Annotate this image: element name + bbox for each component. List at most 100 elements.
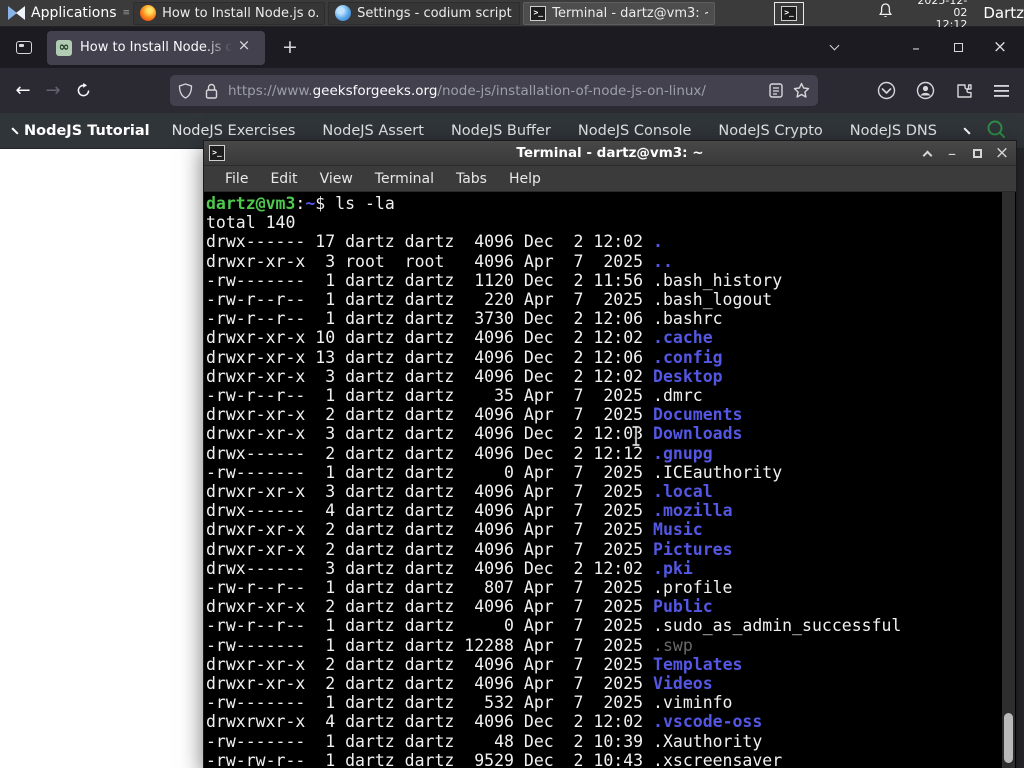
url-bar[interactable]: https://www.geeksforgeeks.org/node-js/in… xyxy=(170,75,818,106)
terminal-line: drwx------ 2 dartz dartz 4096 Dec 2 12:1… xyxy=(206,443,713,463)
terminal-line: dartz@vm3:~$ ls -la xyxy=(206,194,395,213)
account-button[interactable] xyxy=(916,81,935,100)
menu-file[interactable]: File xyxy=(214,171,259,187)
minimize-button[interactable]: – xyxy=(902,35,930,61)
top-panel: Applications ≡ How to Install Node.js o.… xyxy=(0,0,1024,31)
workspace-indicator[interactable]: >_ xyxy=(774,1,804,25)
shade-button[interactable] xyxy=(919,146,935,162)
terminal-icon: >_ xyxy=(530,5,547,21)
xfce-menu-icon xyxy=(8,6,25,20)
back-button[interactable]: ← xyxy=(8,76,38,106)
terminal-line: -rw------- 1 dartz dartz 12288 Apr 7 202… xyxy=(206,635,693,655)
page-scrollbar[interactable] xyxy=(1016,149,1024,768)
terminal-window: >_ Terminal - dartz@vm3: ~ – × File Edit… xyxy=(203,140,1017,768)
terminal-scrollbar[interactable] xyxy=(1002,192,1015,768)
maximize-button[interactable] xyxy=(944,35,972,61)
terminal-icon: >_ xyxy=(781,5,798,21)
search-icon xyxy=(987,120,1005,138)
chevron-up-icon xyxy=(922,150,932,160)
terminal-title: Terminal - dartz@vm3: ~ xyxy=(516,145,704,161)
reader-mode-button[interactable] xyxy=(769,83,783,98)
terminal-line: drwxr-xr-x 2 dartz dartz 4096 Apr 7 2025… xyxy=(206,674,713,694)
maximize-icon xyxy=(953,43,963,52)
nav-prev-button[interactable] xyxy=(11,126,19,135)
search-button[interactable] xyxy=(986,119,1006,143)
tab-list-button[interactable] xyxy=(820,35,848,61)
toolbar-right xyxy=(877,68,1024,113)
user-label: Dartz xyxy=(983,4,1024,22)
navigation-toolbar: ← → https://www.geeksforgeeks.org/node-j… xyxy=(0,68,1024,113)
extensions-button[interactable] xyxy=(955,82,973,100)
firefox-icon xyxy=(140,5,157,21)
tab-close-button[interactable]: × xyxy=(234,37,254,58)
nav-item-nodejs-buffer[interactable]: NodeJS Buffer xyxy=(451,123,551,139)
menu-terminal[interactable]: Terminal xyxy=(364,171,445,187)
taskbar-title: Terminal - dartz@vm3: ~ xyxy=(552,5,709,21)
menu-button[interactable] xyxy=(993,84,1010,98)
terminal-line: drwxr-xr-x 2 dartz dartz 4096 Apr 7 2025… xyxy=(206,654,743,674)
taskbar-button-terminal[interactable]: >_ Terminal - dartz@vm3: ~ xyxy=(523,1,716,25)
nav-item-nodejs-exercises[interactable]: NodeJS Exercises xyxy=(172,123,296,139)
terminal-window-controls: – × xyxy=(919,141,1010,166)
maximize-icon xyxy=(972,149,982,158)
terminal-line: -rw-r--r-- 1 dartz dartz 0 Apr 7 2025 .s… xyxy=(206,616,902,636)
bookmark-star-button[interactable] xyxy=(793,82,810,99)
terminal-line: drwxr-xr-x 2 dartz dartz 4096 Apr 7 2025… xyxy=(206,597,713,617)
terminal-line: drwxr-xr-x 3 dartz dartz 4096 Dec 2 12:0… xyxy=(206,366,723,386)
terminal-line: -rw-r--r-- 1 dartz dartz 220 Apr 7 2025 … xyxy=(206,290,773,310)
terminal-line: drwxr-xr-x 3 root root 4096 Apr 7 2025 .… xyxy=(206,251,673,271)
terminal-titlebar[interactable]: >_ Terminal - dartz@vm3: ~ – × xyxy=(204,141,1016,166)
nav-item-nodejs-console[interactable]: NodeJS Console xyxy=(578,123,692,139)
terminal-line: -rw-r--r-- 1 dartz dartz 807 Apr 7 2025 … xyxy=(206,578,733,598)
menu-edit[interactable]: Edit xyxy=(259,171,308,187)
terminal-scrollbar-thumb[interactable] xyxy=(1004,713,1013,763)
terminal-line: -rw------- 1 dartz dartz 532 Apr 7 2025 … xyxy=(206,693,733,713)
url-text: https://www.geeksforgeeks.org/node-js/in… xyxy=(228,82,706,99)
vscodium-icon xyxy=(335,5,352,21)
new-tab-button[interactable]: + xyxy=(277,35,303,61)
close-button[interactable]: × xyxy=(986,35,1014,61)
terminal-minimize-button[interactable]: – xyxy=(944,144,960,163)
terminal-menubar: File Edit View Terminal Tabs Help xyxy=(204,166,1016,192)
menu-tabs[interactable]: Tabs xyxy=(445,171,498,187)
window-controls: – × xyxy=(820,27,1024,68)
notification-bell-icon[interactable] xyxy=(878,3,893,23)
nav-next-button[interactable] xyxy=(963,126,971,135)
desktop: Applications ≡ How to Install Node.js o.… xyxy=(0,0,1024,768)
reload-icon xyxy=(77,83,89,97)
clock-date: 2025-12-02 xyxy=(917,0,968,19)
terminal-line: drwxr-xr-x 3 dartz dartz 4096 Apr 7 2025… xyxy=(206,482,713,502)
geeksforgeeks-favicon: ∞ xyxy=(56,39,72,56)
nav-item-nodejs-assert[interactable]: NodeJS Assert xyxy=(322,123,424,139)
terminal-line: -rw------- 1 dartz dartz 1120 Dec 2 11:5… xyxy=(206,270,783,290)
browser-tab-active[interactable]: ∞ How to Install Node.js on × xyxy=(47,30,265,65)
shield-icon[interactable] xyxy=(178,82,193,99)
applications-menu-button[interactable]: Applications xyxy=(0,0,123,27)
lock-icon[interactable] xyxy=(205,83,218,99)
terminal-body[interactable]: dartz@vm3:~$ ls -la total 140 drwx------ 1… xyxy=(204,192,1016,768)
terminal-line: total 140 xyxy=(206,213,296,233)
chevron-down-icon xyxy=(829,40,839,51)
taskbar-button-codium[interactable]: Settings - codium script... xyxy=(328,1,521,25)
firefox-view-icon xyxy=(16,41,32,54)
nav-item-nodejs-crypto[interactable]: NodeJS Crypto xyxy=(718,123,822,139)
menu-help[interactable]: Help xyxy=(498,171,552,187)
tab-title: How to Install Node.js on xyxy=(80,40,232,55)
reload-button[interactable] xyxy=(68,76,98,106)
nav-item-nodejs-dns[interactable]: NodeJS DNS xyxy=(850,123,937,139)
nav-item-nodejs-tutorial[interactable]: NodeJS Tutorial xyxy=(24,123,150,139)
terminal-line: drwxr-xr-x 3 dartz dartz 4096 Dec 2 12:0… xyxy=(206,424,743,444)
terminal-output[interactable]: dartz@vm3:~$ ls -la total 140 drwx------ 1… xyxy=(206,194,1001,768)
tab-bar: ∞ How to Install Node.js on × + – × xyxy=(0,27,1024,68)
terminal-line: drwx------ 3 dartz dartz 4096 Dec 2 12:0… xyxy=(206,558,693,578)
terminal-line: -rw-r--r-- 1 dartz dartz 35 Apr 7 2025 .… xyxy=(206,386,703,406)
terminal-line: drwx------ 17 dartz dartz 4096 Dec 2 12:… xyxy=(206,232,663,252)
pocket-button[interactable] xyxy=(877,81,896,100)
terminal-close-button[interactable]: × xyxy=(994,145,1010,162)
terminal-line: drwxrwxr-x 4 dartz dartz 4096 Dec 2 12:0… xyxy=(206,712,763,732)
taskbar-button-firefox[interactable]: How to Install Node.js o... xyxy=(133,1,326,25)
menu-view[interactable]: View xyxy=(309,171,364,187)
terminal-line: drwx------ 4 dartz dartz 4096 Apr 7 2025… xyxy=(206,501,733,521)
firefox-view-button[interactable] xyxy=(9,34,39,62)
terminal-maximize-button[interactable] xyxy=(969,146,985,162)
